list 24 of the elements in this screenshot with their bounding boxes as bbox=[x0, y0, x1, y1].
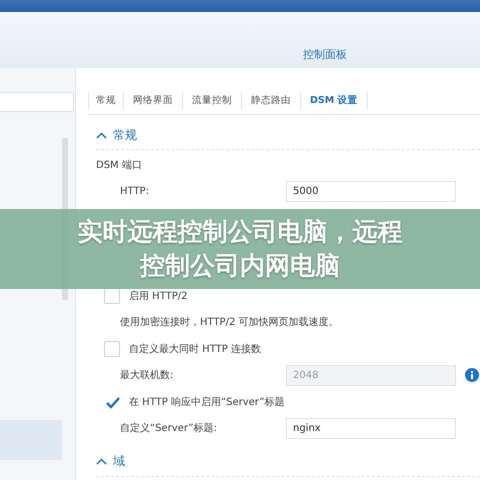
tab[interactable]: 常规 bbox=[88, 92, 124, 110]
group-title: DSM 端口 bbox=[96, 158, 143, 173]
field-label: HTTP: bbox=[120, 186, 150, 197]
headline-text: 实时远程控制公司电脑，远程 bbox=[78, 216, 402, 248]
field-label: 最大联机数: bbox=[120, 368, 174, 382]
tab[interactable]: 网络界面 bbox=[124, 92, 183, 110]
checkbox[interactable] bbox=[104, 340, 120, 357]
headline-text: 控制公司内网电脑 bbox=[140, 250, 340, 282]
description-text: 使用加密连接时，HTTP/2 可加快网页加载速度。 bbox=[120, 316, 339, 330]
checkbox-label: 自定义最大同时 HTTP 连接数 bbox=[129, 342, 261, 356]
checkbox-label: 在 HTTP 响应中启用“Server”标题 bbox=[129, 396, 285, 409]
tab[interactable]: 流量控制 bbox=[183, 92, 242, 110]
input-field[interactable]: 5000 bbox=[286, 180, 456, 202]
checkbox-label: 启用 HTTP/2 bbox=[129, 290, 188, 303]
section-header[interactable]: 常规 bbox=[96, 121, 480, 150]
tab[interactable]: DSM 设置 bbox=[301, 92, 368, 110]
tab[interactable]: 静态路由 bbox=[242, 92, 301, 110]
section-header[interactable]: 域 bbox=[96, 448, 480, 476]
window-title: 控制面板 bbox=[303, 47, 347, 63]
field-label: 自定义“Server”标题: bbox=[120, 422, 218, 436]
input-field[interactable]: nginx bbox=[286, 418, 456, 439]
chevron-icon bbox=[96, 458, 107, 465]
search-field[interactable] bbox=[0, 92, 74, 112]
chevron-icon bbox=[96, 132, 107, 138]
